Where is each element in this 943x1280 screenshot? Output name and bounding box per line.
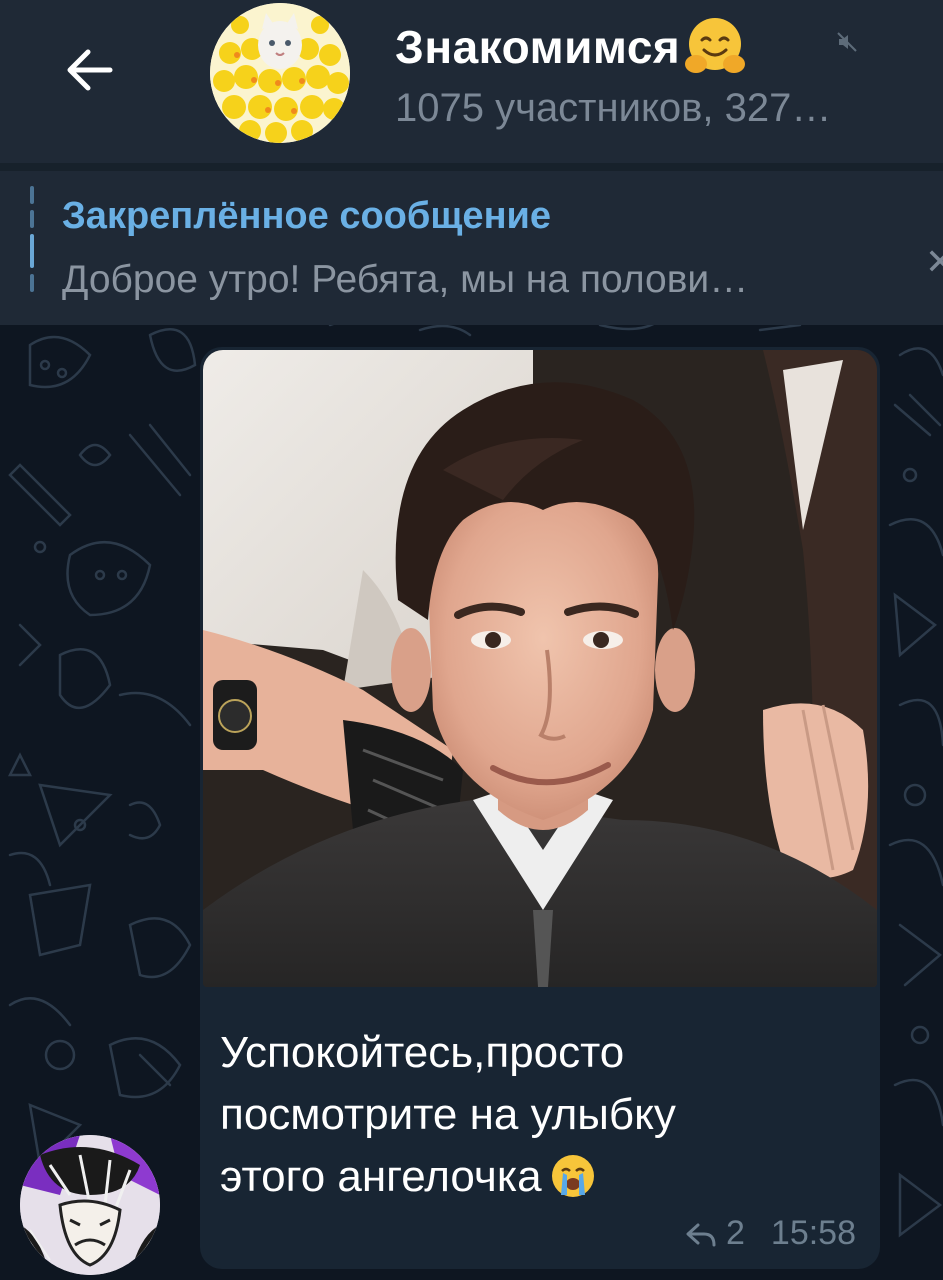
chat-title[interactable]: Знакомимся — [395, 14, 748, 80]
rubber-ducks-avatar-image — [210, 3, 350, 143]
back-arrow-icon — [67, 49, 113, 91]
portrait-photo-image — [203, 350, 877, 987]
loudly-crying-face-emoji-icon — [551, 1155, 594, 1197]
pinned-preview-text: Доброе утро! Ребята, мы на полови… — [62, 258, 749, 301]
message-time: 15:58 — [770, 1214, 856, 1252]
chat-avatar[interactable] — [210, 3, 350, 143]
pinned-message-bar[interactable]: Закреплённое сообщение Доброе утро! Ребя… — [0, 171, 943, 325]
sender-avatar[interactable] — [20, 1135, 160, 1275]
chat-member-count: 1075 участников, 327… — [395, 86, 832, 130]
message-meta: 2 15:58 — [684, 1214, 856, 1253]
chat-header: Знакомимся 1075 участников, 327… — [0, 0, 943, 163]
close-icon[interactable]: ✕ — [925, 241, 943, 282]
back-button[interactable] — [55, 35, 125, 105]
reply-count[interactable]: 2 — [726, 1214, 745, 1253]
message-text: Успокойтесь,просто посмотрите на улыбку … — [220, 1022, 780, 1208]
message-photo[interactable] — [203, 350, 877, 987]
hugging-face-emoji-icon — [685, 18, 746, 73]
chat-area: Успокойтесь,просто посмотрите на улыбку … — [0, 325, 943, 1280]
reply-arrow-icon[interactable] — [684, 1221, 718, 1247]
message-bubble[interactable]: Успокойтесь,просто посмотрите на улыбку … — [200, 347, 880, 1269]
message-text-content: Успокойтесь,просто посмотрите на улыбку … — [220, 1028, 676, 1201]
header-divider — [0, 163, 943, 171]
sender-avatar-image — [20, 1135, 160, 1275]
pinned-indicator — [30, 186, 34, 316]
chat-title-text: Знакомимся — [395, 21, 681, 73]
pinned-title: Закреплённое сообщение — [62, 195, 552, 237]
muted-speaker-icon — [837, 32, 857, 52]
